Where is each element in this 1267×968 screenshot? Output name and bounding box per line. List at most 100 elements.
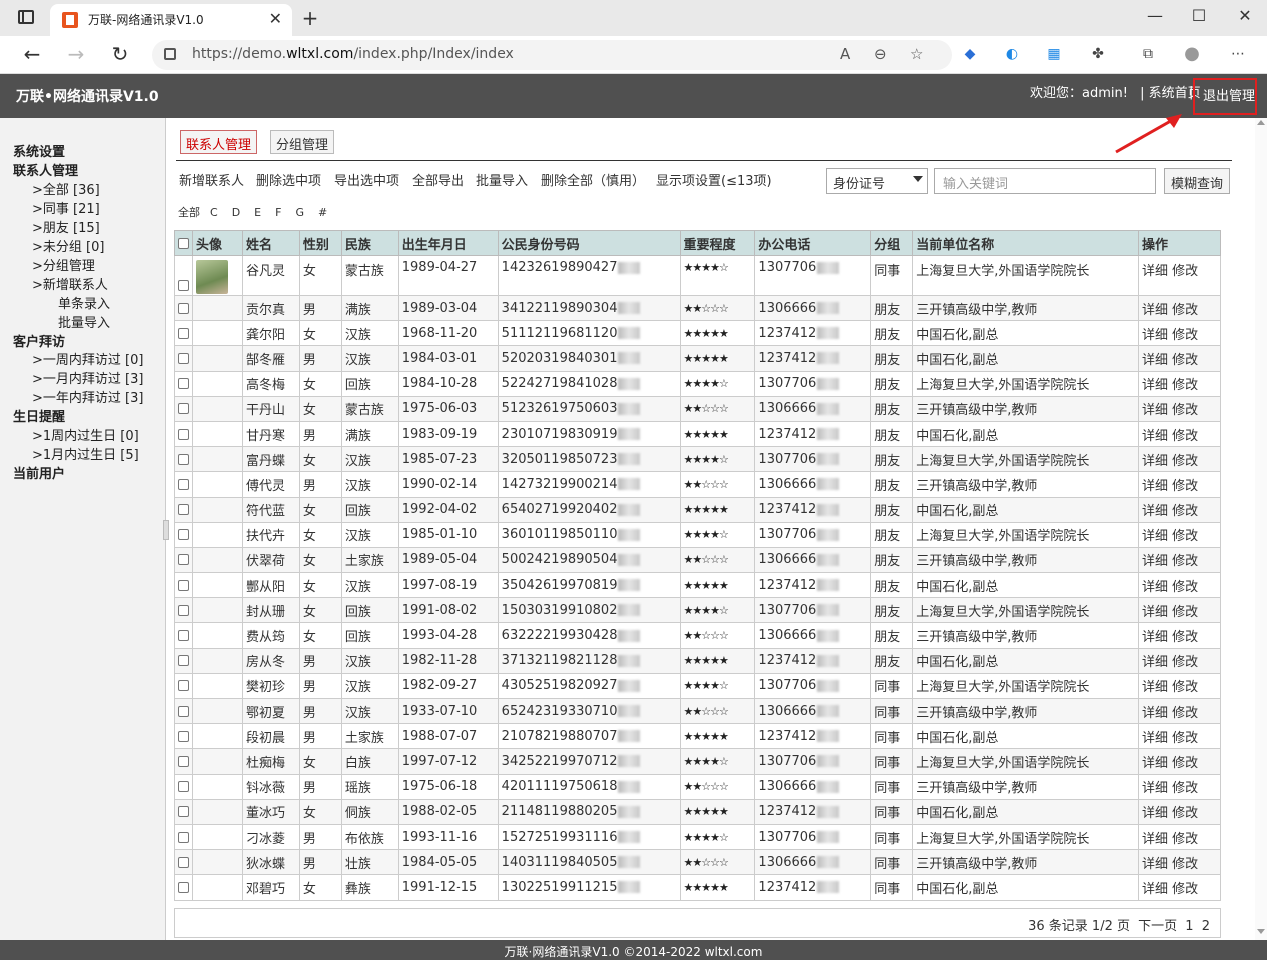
- detail-link[interactable]: 详细: [1142, 429, 1168, 444]
- sidebar-item-bday-week[interactable]: >1周内过生日 [0]: [32, 425, 139, 444]
- detail-link[interactable]: 详细: [1142, 630, 1168, 645]
- sidebar-item-single-entry[interactable]: 单条录入: [58, 293, 110, 312]
- edit-link[interactable]: 修改: [1172, 554, 1198, 569]
- letter-filter-item[interactable]: 全部: [178, 204, 200, 220]
- detail-link[interactable]: 详细: [1142, 731, 1168, 746]
- row-checkbox[interactable]: [174, 546, 193, 574]
- row-checkbox[interactable]: [174, 773, 193, 800]
- edit-link[interactable]: 修改: [1172, 832, 1198, 847]
- detail-link[interactable]: 详细: [1142, 479, 1168, 494]
- edit-link[interactable]: 修改: [1172, 403, 1198, 418]
- sidebar-item-bday-month[interactable]: >1月内过生日 [5]: [32, 444, 139, 463]
- page-link[interactable]: 2: [1202, 919, 1210, 934]
- read-aloud-icon[interactable]: A: [840, 45, 850, 63]
- detail-link[interactable]: 详细: [1142, 857, 1168, 872]
- maximize-icon[interactable]: ☐: [1184, 6, 1214, 25]
- url-bar[interactable]: https://demo.wltxl.com/index.php/Index/i…: [152, 40, 952, 70]
- row-checkbox[interactable]: [174, 849, 193, 876]
- sidebar-item-batch-import[interactable]: 批量导入: [58, 312, 110, 331]
- row-checkbox[interactable]: [174, 345, 193, 372]
- batch-import-link[interactable]: 批量导入: [476, 170, 528, 189]
- detail-link[interactable]: 详细: [1142, 680, 1168, 695]
- detail-link[interactable]: 详细: [1142, 264, 1168, 279]
- detail-link[interactable]: 详细: [1142, 403, 1168, 418]
- row-checkbox[interactable]: [174, 572, 193, 599]
- delete-selected-link[interactable]: 删除选中项: [256, 170, 321, 189]
- detail-link[interactable]: 详细: [1142, 605, 1168, 620]
- logout-link[interactable]: | 退出管理: [1189, 78, 1257, 115]
- edit-link[interactable]: 修改: [1172, 680, 1198, 695]
- sidebar-item-new-contact[interactable]: >新增联系人: [32, 274, 108, 293]
- detail-link[interactable]: 详细: [1142, 832, 1168, 847]
- letter-filter-item[interactable]: G: [295, 206, 304, 219]
- edit-link[interactable]: 修改: [1172, 806, 1198, 821]
- page-link[interactable]: 1: [1185, 919, 1193, 934]
- browser-tab[interactable]: 万联-网络通讯录V1.0 ✕: [50, 4, 292, 36]
- sidebar-item-visit-month[interactable]: >一月内拜访过 [3]: [32, 368, 143, 387]
- edit-link[interactable]: 修改: [1172, 529, 1198, 544]
- display-settings-link[interactable]: 显示项设置(≤13项): [656, 170, 772, 189]
- edit-link[interactable]: 修改: [1172, 479, 1198, 494]
- sidebar-collapse-handle[interactable]: [163, 520, 169, 540]
- edit-link[interactable]: 修改: [1172, 756, 1198, 771]
- edit-link[interactable]: 修改: [1172, 504, 1198, 519]
- delete-all-link[interactable]: 删除全部（慎用）: [541, 170, 645, 189]
- detail-link[interactable]: 详细: [1142, 655, 1168, 670]
- next-page-link[interactable]: 下一页: [1138, 919, 1177, 934]
- detail-link[interactable]: 详细: [1142, 454, 1168, 469]
- letter-filter-item[interactable]: #: [318, 206, 327, 219]
- letter-filter-item[interactable]: D: [232, 206, 240, 219]
- sidebar-item-friend[interactable]: >朋友 [15]: [32, 217, 100, 236]
- add-contact-link[interactable]: 新增联系人: [179, 170, 244, 189]
- new-tab-icon[interactable]: +: [298, 6, 322, 30]
- close-tab-icon[interactable]: ✕: [269, 9, 282, 28]
- back-icon[interactable]: ←: [18, 42, 46, 66]
- row-checkbox[interactable]: [174, 255, 193, 296]
- row-checkbox[interactable]: [174, 723, 193, 750]
- row-checkbox[interactable]: [174, 395, 193, 422]
- select-all-checkbox[interactable]: [174, 230, 193, 256]
- letter-filter-item[interactable]: C: [210, 206, 218, 219]
- sidebar-item-visit-year[interactable]: >一年内拜访过 [3]: [32, 387, 143, 406]
- sidebar-current-user[interactable]: 当前用户: [13, 463, 65, 482]
- refresh-icon[interactable]: ↻: [106, 42, 134, 66]
- search-input[interactable]: 输入关键词: [934, 168, 1156, 194]
- detail-link[interactable]: 详细: [1142, 781, 1168, 796]
- favorite-icon[interactable]: ☆: [910, 45, 923, 63]
- edit-link[interactable]: 修改: [1172, 605, 1198, 620]
- row-checkbox[interactable]: [174, 823, 193, 851]
- sidebar-birthday-reminder[interactable]: 生日提醒: [13, 406, 65, 425]
- row-checkbox[interactable]: [174, 748, 193, 775]
- row-checkbox[interactable]: [174, 496, 193, 523]
- tab-contacts[interactable]: 联系人管理: [180, 130, 258, 154]
- collections-icon[interactable]: ⧉: [1138, 44, 1158, 64]
- detail-link[interactable]: 详细: [1142, 706, 1168, 721]
- forward-icon[interactable]: →: [62, 42, 90, 66]
- row-checkbox[interactable]: [174, 471, 193, 498]
- more-icon[interactable]: ⋯: [1228, 44, 1248, 64]
- page-scrollbar[interactable]: [1255, 118, 1267, 940]
- detail-link[interactable]: 详细: [1142, 806, 1168, 821]
- edit-link[interactable]: 修改: [1172, 303, 1198, 318]
- row-checkbox[interactable]: [174, 370, 193, 397]
- sidebar-system-settings[interactable]: 系统设置: [13, 141, 65, 160]
- detail-link[interactable]: 详细: [1142, 882, 1168, 897]
- letter-filter-item[interactable]: E: [254, 206, 261, 219]
- sidebar-item-visit-week[interactable]: >一周内拜访过 [0]: [32, 349, 143, 368]
- profile-icon[interactable]: ●: [1182, 44, 1202, 64]
- sidebar-customer-visit[interactable]: 客户拜访: [13, 331, 65, 350]
- letter-filter-item[interactable]: F: [275, 206, 281, 219]
- tab-groups[interactable]: 分组管理: [270, 130, 335, 154]
- row-checkbox[interactable]: [174, 798, 193, 825]
- row-checkbox[interactable]: [174, 597, 193, 624]
- fuzzy-search-button[interactable]: 模糊查询: [1164, 168, 1230, 194]
- detail-link[interactable]: 详细: [1142, 504, 1168, 519]
- row-checkbox[interactable]: [174, 697, 193, 725]
- row-checkbox[interactable]: [174, 647, 193, 674]
- close-window-icon[interactable]: ✕: [1230, 6, 1260, 25]
- detail-link[interactable]: 详细: [1142, 353, 1168, 368]
- edit-link[interactable]: 修改: [1172, 429, 1198, 444]
- tab-actions-icon[interactable]: [18, 10, 34, 24]
- detail-link[interactable]: 详细: [1142, 756, 1168, 771]
- export-all-link[interactable]: 全部导出: [412, 170, 464, 189]
